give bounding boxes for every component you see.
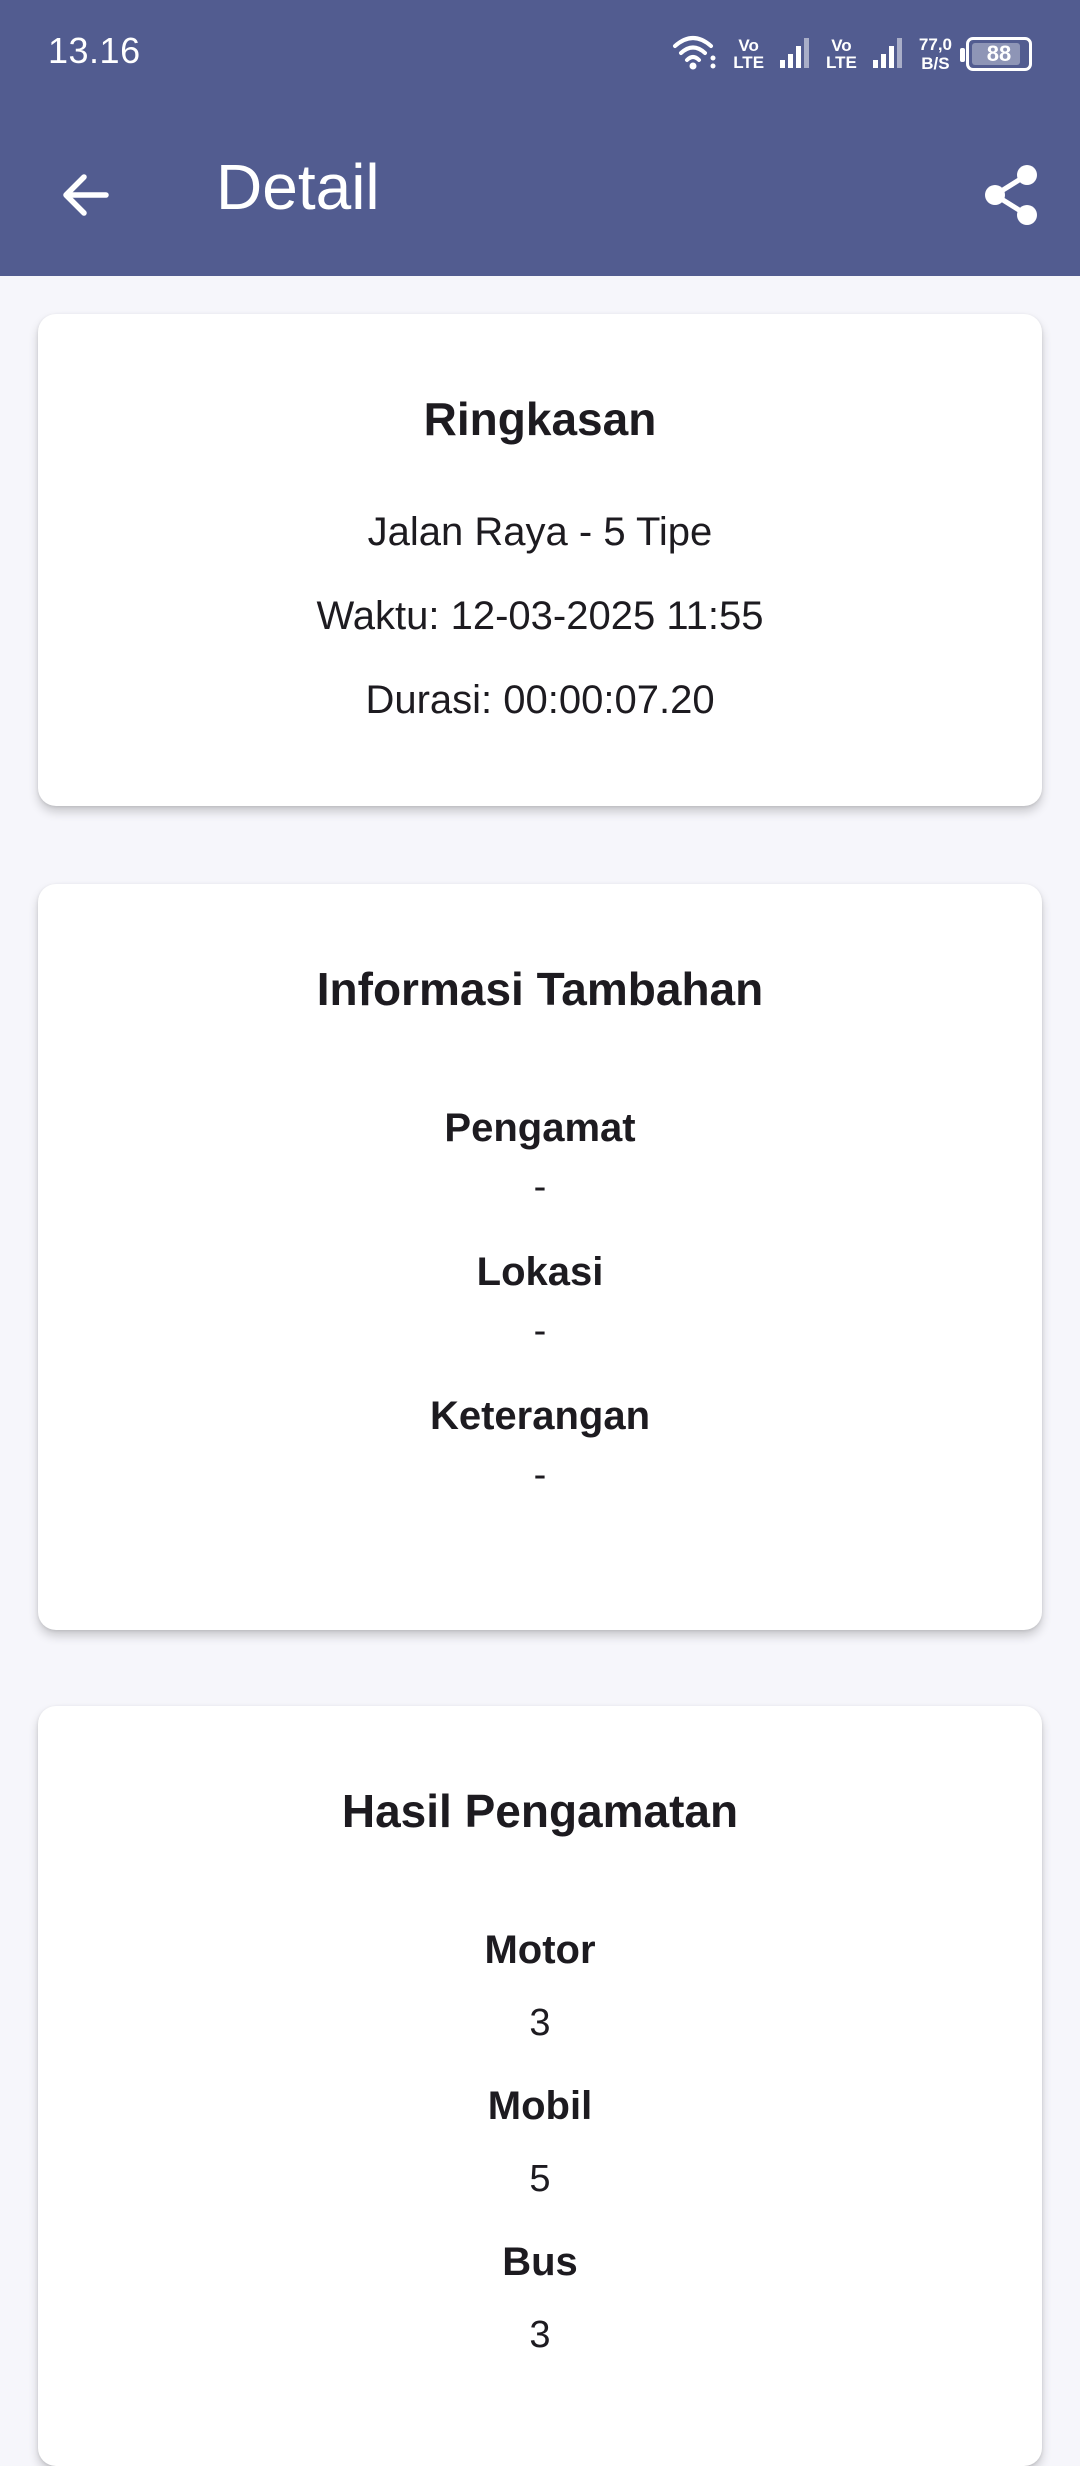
summary-title: Ringkasan: [423, 393, 657, 445]
summary-type: Jalan Raya - 5 Tipe: [367, 510, 713, 554]
page-title: Detail: [216, 151, 380, 223]
share-icon: [981, 163, 1041, 232]
observer-label: Pengamat: [444, 1106, 636, 1150]
additional-info-title: Informasi Tambahan: [316, 963, 764, 1015]
summary-duration: Durasi: 00:00:07.20: [365, 678, 715, 722]
back-button[interactable]: [40, 152, 130, 242]
volte-indicator-1: Vo LTE: [733, 36, 765, 72]
motor-label: Motor: [484, 1928, 596, 1972]
app-bar: Detail: [0, 110, 1080, 276]
wifi-icon: [671, 32, 719, 77]
signal-icon: [871, 34, 905, 75]
location-value: -: [533, 1310, 547, 1352]
status-icons: Vo LTE Vo LTE 77,0 B/S 88: [671, 26, 1032, 82]
car-value: 5: [529, 2158, 551, 2200]
volte-indicator-2: Vo LTE: [826, 36, 857, 72]
summary-time: Waktu: 12-03-2025 11:55: [316, 594, 764, 638]
additional-info-card: Informasi Tambahan Pengamat - Lokasi - K…: [38, 884, 1042, 1630]
battery-level: 88: [986, 41, 1012, 66]
observer-value: -: [533, 1166, 547, 1208]
net-speed: 77,0 B/S: [918, 35, 952, 73]
results-title: Hasil Pengamatan: [341, 1785, 739, 1837]
results-card: Hasil Pengamatan Motor 3 Mobil 5 Bus 3: [38, 1706, 1042, 2466]
notes-value: -: [533, 1454, 547, 1496]
battery-icon: 88: [960, 37, 1032, 71]
summary-card: Ringkasan Jalan Raya - 5 Tipe Waktu: 12-…: [38, 314, 1042, 806]
status-time: 13.16: [48, 30, 141, 71]
motor-value: 3: [529, 2002, 551, 2044]
notes-label: Keterangan: [429, 1394, 651, 1438]
share-button[interactable]: [966, 152, 1056, 242]
status-bar: 13.16 Vo LTE Vo LTE 77,0 B/S 88: [0, 0, 1080, 110]
signal-icon: [778, 34, 812, 75]
car-label: Mobil: [487, 2084, 593, 2128]
location-label: Lokasi: [476, 1250, 604, 1294]
bus-value: 3: [529, 2314, 551, 2356]
bus-label: Bus: [502, 2240, 578, 2284]
arrow-left-icon: [58, 168, 112, 227]
